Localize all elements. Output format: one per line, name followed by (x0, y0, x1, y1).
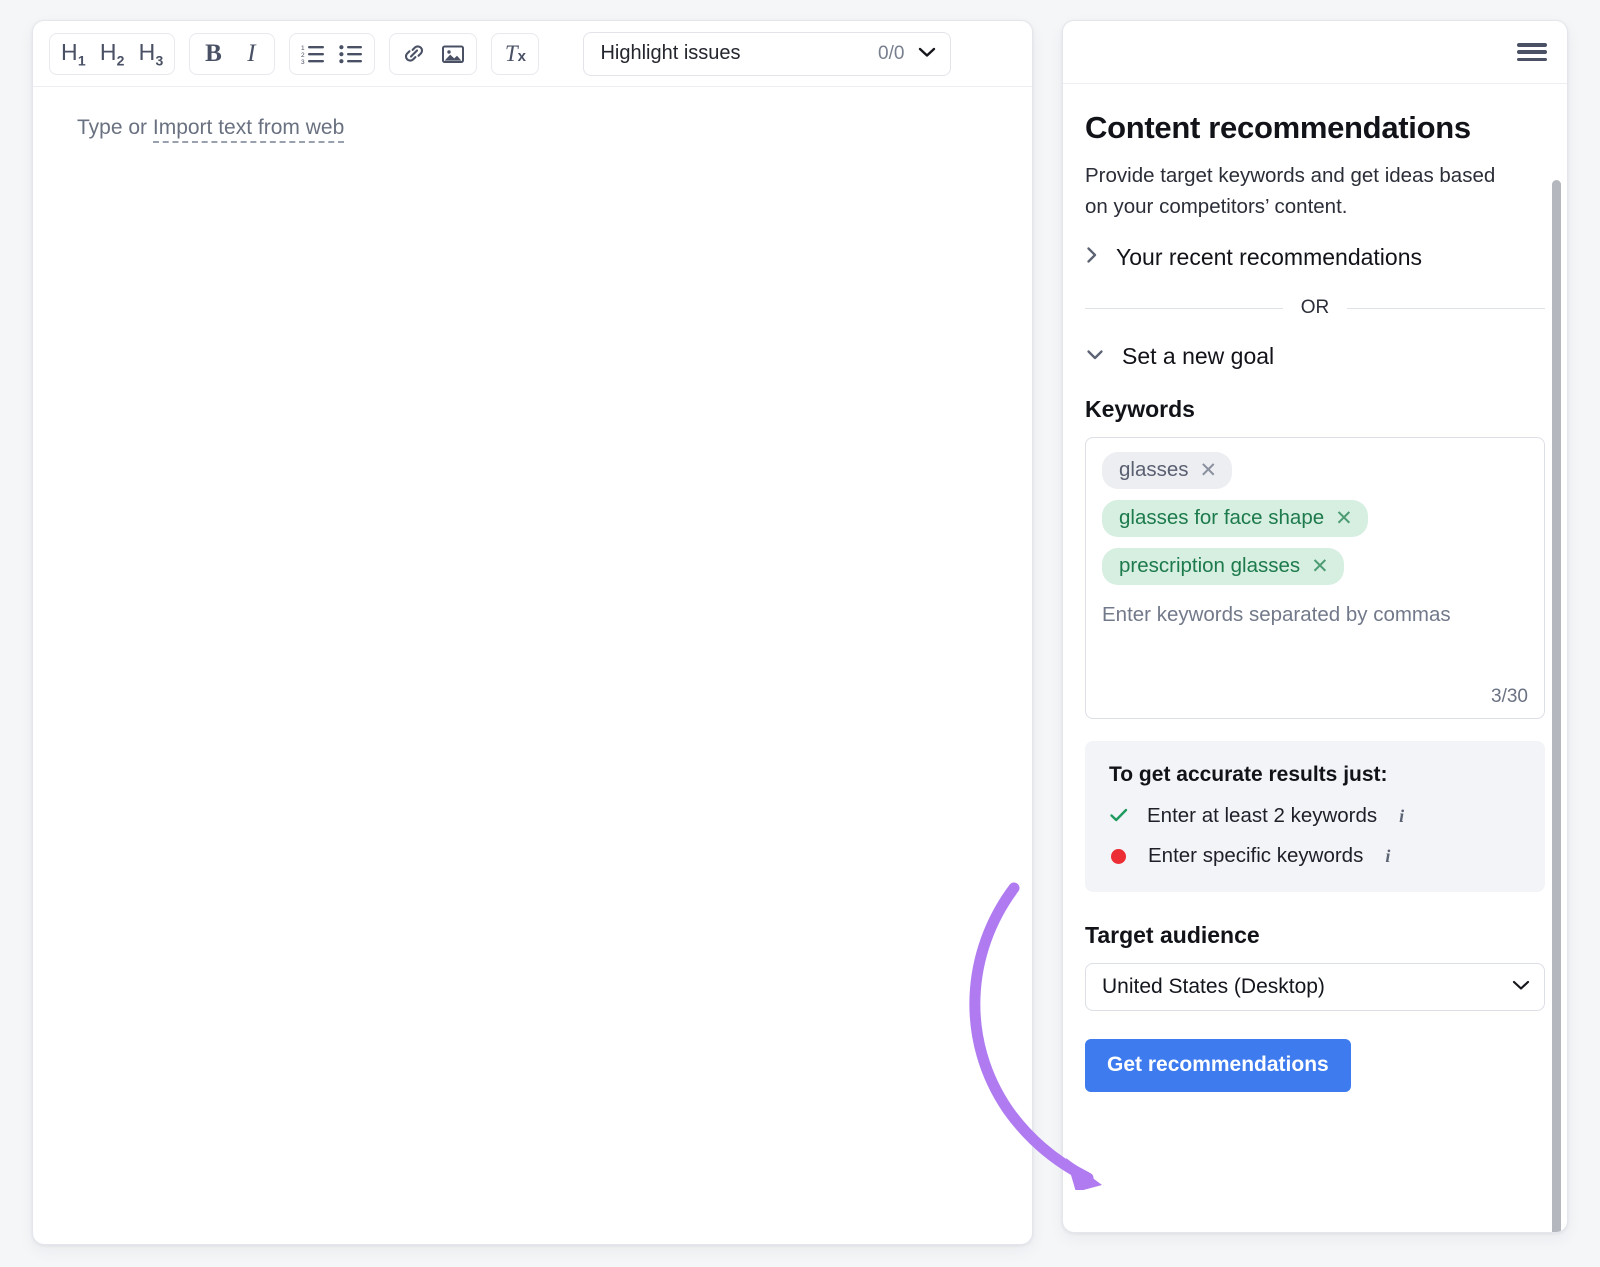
chevron-down-icon (1085, 347, 1105, 366)
info-icon[interactable]: i (1385, 846, 1390, 867)
editor-placeholder-prefix: Type or (77, 116, 153, 139)
heading-3-icon[interactable]: H3 (132, 37, 171, 71)
dot-icon (1111, 849, 1126, 864)
target-audience-select[interactable]: United States (Desktop) (1085, 963, 1545, 1011)
italic-label: I (247, 40, 255, 68)
tip-item: Enter at least 2 keywords i (1109, 804, 1521, 828)
heading-1-label: H (61, 39, 78, 65)
panel-subtitle: Provide target keywords and get ideas ba… (1085, 160, 1515, 222)
keyword-tag-label: glasses for face shape (1119, 506, 1324, 530)
hamburger-menu-icon[interactable] (1517, 41, 1547, 63)
chevron-down-icon (918, 45, 936, 63)
heading-1-icon[interactable]: H1 (54, 37, 93, 71)
italic-icon[interactable]: I (232, 37, 270, 71)
tip-label: Enter specific keywords (1148, 844, 1363, 868)
accuracy-tips-box: To get accurate results just: Enter at l… (1085, 741, 1545, 892)
heading-button-group: H1 H2 H3 (49, 33, 175, 75)
vertical-scrollbar[interactable] (1552, 180, 1561, 1233)
app-root: H1 H2 H3 B I 1 (0, 0, 1600, 1267)
link-icon[interactable] (394, 37, 434, 71)
keyword-tag-label: prescription glasses (1119, 554, 1300, 578)
image-icon[interactable] (434, 37, 472, 71)
svg-text:2: 2 (301, 52, 305, 59)
divider-line-left (1085, 308, 1283, 309)
keywords-counter: 3/30 (1491, 686, 1528, 708)
or-divider: OR (1085, 297, 1545, 319)
bullet-list-icon[interactable] (332, 37, 370, 71)
list-button-group: 1 2 3 (289, 33, 375, 75)
ordered-list-icon[interactable]: 1 2 3 (294, 37, 332, 71)
bold-icon[interactable]: B (194, 37, 232, 71)
format-button-group: B I (189, 33, 275, 75)
editor-placeholder: Type or Import text from web (77, 113, 988, 142)
tip-item: Enter specific keywords i (1109, 844, 1521, 868)
heading-2-label: H (100, 39, 117, 65)
set-new-goal-toggle[interactable]: Set a new goal (1085, 343, 1545, 370)
page-title: Content recommendations (1085, 110, 1545, 146)
keyword-tag-row: glasses ✕ (1102, 452, 1528, 500)
keyword-tag: prescription glasses ✕ (1102, 548, 1344, 585)
panel-header (1063, 21, 1567, 84)
heading-3-label: H (139, 39, 156, 65)
text-editor-panel: H1 H2 H3 B I 1 (32, 20, 1033, 1245)
keyword-tag-label: glasses (1119, 458, 1189, 482)
clear-format-group: Tx (491, 33, 539, 75)
close-icon[interactable]: ✕ (1311, 556, 1329, 577)
content-recommendations-panel: Content recommendations Provide target k… (1062, 20, 1568, 1233)
keyword-tag-row: glasses for face shape ✕ (1102, 500, 1528, 548)
editor-text-area[interactable]: Type or Import text from web (33, 87, 1032, 168)
keywords-section-label: Keywords (1085, 396, 1545, 423)
panel-scroll-content: Content recommendations Provide target k… (1063, 84, 1567, 1233)
keyword-tag: glasses for face shape ✕ (1102, 500, 1368, 537)
editor-toolbar: H1 H2 H3 B I 1 (33, 21, 1032, 87)
clear-format-sub: x (518, 48, 526, 65)
divider-label: OR (1283, 297, 1348, 319)
keyword-tag-row: prescription glasses ✕ (1102, 548, 1528, 596)
import-text-from-web-link[interactable]: Import text from web (153, 116, 344, 143)
chevron-right-icon (1085, 245, 1099, 270)
highlight-issues-count: 0/0 (878, 43, 904, 65)
recent-recommendations-label: Your recent recommendations (1116, 244, 1422, 271)
close-icon[interactable]: ✕ (1335, 508, 1353, 529)
insert-button-group (389, 33, 477, 75)
clear-formatting-icon[interactable]: Tx (496, 37, 534, 71)
heading-2-icon[interactable]: H2 (93, 37, 132, 71)
keywords-input-placeholder[interactable]: Enter keywords separated by commas (1102, 603, 1528, 627)
keywords-input-box[interactable]: glasses ✕ glasses for face shape ✕ presc… (1085, 437, 1545, 719)
highlight-issues-select[interactable]: Highlight issues 0/0 (583, 32, 951, 76)
highlight-issues-label: Highlight issues (600, 42, 878, 65)
clear-format-label: T (505, 41, 518, 66)
chevron-down-icon (1512, 978, 1530, 996)
tips-title: To get accurate results just: (1109, 763, 1521, 787)
tip-label: Enter at least 2 keywords (1147, 804, 1377, 828)
set-new-goal-label: Set a new goal (1122, 343, 1274, 370)
heading-2-sub: 2 (117, 52, 125, 68)
info-icon[interactable]: i (1399, 806, 1404, 827)
target-audience-value: United States (Desktop) (1102, 975, 1512, 999)
close-icon[interactable]: ✕ (1200, 460, 1218, 481)
target-audience-label: Target audience (1085, 922, 1545, 949)
recent-recommendations-toggle[interactable]: Your recent recommendations (1085, 244, 1545, 271)
heading-3-sub: 3 (155, 52, 163, 68)
heading-1-sub: 1 (78, 52, 86, 68)
svg-text:3: 3 (301, 59, 305, 65)
bold-label: B (205, 40, 222, 68)
keyword-tag: glasses ✕ (1102, 452, 1232, 489)
svg-text:1: 1 (301, 45, 305, 52)
check-icon (1109, 805, 1127, 827)
divider-line-right (1347, 308, 1545, 309)
get-recommendations-button[interactable]: Get recommendations (1085, 1039, 1351, 1092)
